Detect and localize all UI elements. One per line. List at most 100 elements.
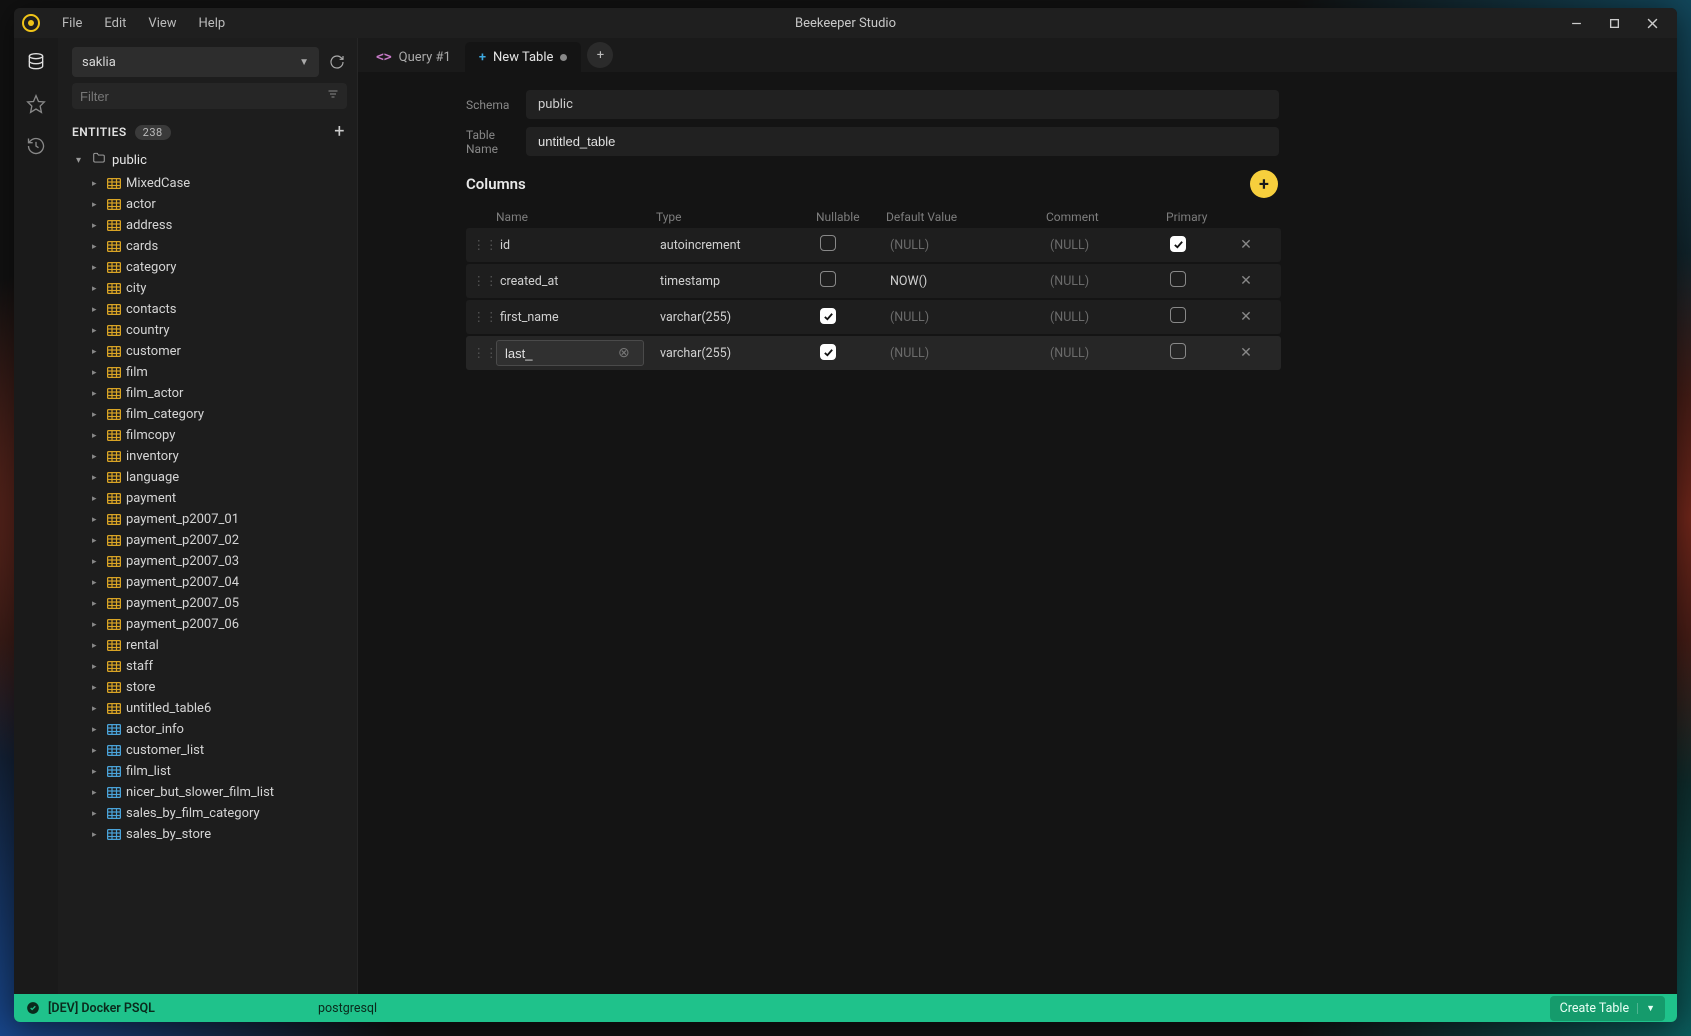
table-row[interactable]: ▸film_actor — [58, 383, 357, 404]
minimize-button[interactable] — [1559, 12, 1593, 34]
menu-edit[interactable]: Edit — [94, 12, 136, 35]
table-row[interactable]: ▸sales_by_store — [58, 824, 357, 845]
add-column-button[interactable]: + — [1250, 170, 1278, 198]
column-type[interactable]: varchar(255) — [656, 310, 816, 325]
clear-input-icon[interactable]: ⊗ — [618, 345, 630, 361]
table-row[interactable]: ▸payment — [58, 488, 357, 509]
maximize-button[interactable] — [1597, 12, 1631, 34]
table-row[interactable]: ▸film — [58, 362, 357, 383]
table-name: nicer_but_slower_film_list — [126, 785, 274, 800]
column-type[interactable]: timestamp — [656, 274, 816, 289]
table-row[interactable]: ▸actor_info — [58, 719, 357, 740]
checkbox[interactable] — [820, 235, 836, 251]
table-row[interactable]: ▸sales_by_film_category — [58, 803, 357, 824]
window-controls — [1559, 12, 1669, 34]
table-row[interactable]: ▸actor — [58, 194, 357, 215]
delete-column-button[interactable]: ✕ — [1226, 309, 1266, 325]
drag-handle-icon[interactable]: ⋮⋮ — [474, 273, 496, 289]
table-row[interactable]: ▸filmcopy — [58, 425, 357, 446]
checkbox[interactable] — [1170, 236, 1186, 252]
tab-new-table[interactable]: +New Table — [465, 42, 582, 72]
column-comment[interactable]: (NULL) — [1046, 310, 1166, 325]
entity-tree[interactable]: ▾ public ▸MixedCase▸actor▸address▸cards▸… — [58, 147, 357, 994]
tab-query-1[interactable]: <>Query #1 — [362, 42, 465, 72]
table-name: store — [126, 680, 155, 695]
star-icon[interactable] — [24, 92, 48, 116]
drag-handle-icon[interactable]: ⋮⋮ — [474, 309, 496, 325]
table-row[interactable]: ▸language — [58, 467, 357, 488]
column-comment[interactable]: (NULL) — [1046, 238, 1166, 253]
column-default[interactable]: (NULL) — [886, 346, 1046, 361]
table-row[interactable]: ▸category — [58, 257, 357, 278]
drag-handle-icon[interactable]: ⋮⋮ — [474, 237, 496, 253]
status-connection[interactable]: [DEV] Docker PSQL — [26, 1001, 155, 1016]
column-type[interactable]: varchar(255) — [656, 346, 816, 361]
entities-count: 238 — [135, 125, 171, 140]
filter-input[interactable] — [80, 89, 327, 104]
table-row[interactable]: ▸payment_p2007_06 — [58, 614, 357, 635]
table-row[interactable]: ▸untitled_table6 — [58, 698, 357, 719]
table-row[interactable]: ▸nicer_but_slower_film_list — [58, 782, 357, 803]
tablename-field[interactable] — [526, 127, 1279, 156]
add-tab-button[interactable]: + — [587, 42, 613, 68]
column-name[interactable]: first_name — [496, 310, 656, 325]
checkbox[interactable] — [820, 344, 836, 360]
menu-view[interactable]: View — [138, 12, 186, 35]
table-row[interactable]: ▸country — [58, 320, 357, 341]
add-entity-button[interactable]: + — [334, 123, 345, 141]
tablename-input[interactable] — [538, 134, 1267, 149]
delete-column-button[interactable]: ✕ — [1226, 273, 1266, 289]
filter-input-wrap — [72, 83, 347, 109]
column-default[interactable]: (NULL) — [886, 238, 1046, 253]
table-row[interactable]: ▸rental — [58, 635, 357, 656]
table-row[interactable]: ▸cards — [58, 236, 357, 257]
table-row[interactable]: ▸MixedCase — [58, 173, 357, 194]
column-comment[interactable]: (NULL) — [1046, 346, 1166, 361]
table-row[interactable]: ▸payment_p2007_03 — [58, 551, 357, 572]
schema-field[interactable]: public — [526, 90, 1279, 119]
table-row[interactable]: ▸city — [58, 278, 357, 299]
checkbox[interactable] — [1170, 307, 1186, 323]
table-row[interactable]: ▸payment_p2007_01 — [58, 509, 357, 530]
table-row[interactable]: ▸customer — [58, 341, 357, 362]
drag-handle-icon[interactable]: ⋮⋮ — [474, 345, 496, 361]
delete-column-button[interactable]: ✕ — [1226, 345, 1266, 361]
column-default[interactable]: (NULL) — [886, 310, 1046, 325]
create-table-button[interactable]: Create Table ▼ — [1550, 996, 1665, 1021]
table-row[interactable]: ▸staff — [58, 656, 357, 677]
table-row[interactable]: ▸film_category — [58, 404, 357, 425]
col-header-name: Name — [496, 210, 656, 224]
table-row[interactable]: ▸inventory — [58, 446, 357, 467]
table-row[interactable]: ▸payment_p2007_05 — [58, 593, 357, 614]
chevron-right-icon: ▸ — [92, 284, 102, 294]
checkbox[interactable] — [1170, 343, 1186, 359]
delete-column-button[interactable]: ✕ — [1226, 237, 1266, 253]
column-name[interactable]: id — [496, 238, 656, 253]
column-type[interactable]: autoincrement — [656, 238, 816, 253]
table-row[interactable]: ▸payment_p2007_02 — [58, 530, 357, 551]
table-row[interactable]: ▸store — [58, 677, 357, 698]
column-default[interactable]: NOW() — [886, 274, 1046, 289]
table-row[interactable]: ▸address — [58, 215, 357, 236]
table-row[interactable]: ▸contacts — [58, 299, 357, 320]
checkbox[interactable] — [820, 308, 836, 324]
filter-options-icon[interactable] — [327, 88, 339, 104]
refresh-button[interactable] — [327, 54, 347, 70]
database-icon[interactable] — [24, 50, 48, 74]
chevron-down-icon[interactable]: ▼ — [1637, 1003, 1655, 1014]
schema-label: Schema — [358, 98, 526, 112]
column-name[interactable]: created_at — [496, 274, 656, 289]
menu-help[interactable]: Help — [189, 12, 236, 35]
menu-bar: FileEditViewHelp — [52, 12, 235, 35]
checkbox[interactable] — [820, 271, 836, 287]
table-row[interactable]: ▸payment_p2007_04 — [58, 572, 357, 593]
history-icon[interactable] — [24, 134, 48, 158]
menu-file[interactable]: File — [52, 12, 92, 35]
close-button[interactable] — [1635, 12, 1669, 34]
schema-row[interactable]: ▾ public — [58, 147, 357, 173]
checkbox[interactable] — [1170, 271, 1186, 287]
column-comment[interactable]: (NULL) — [1046, 274, 1166, 289]
connection-select[interactable]: saklia ▼ — [72, 47, 319, 77]
table-row[interactable]: ▸film_list — [58, 761, 357, 782]
table-row[interactable]: ▸customer_list — [58, 740, 357, 761]
